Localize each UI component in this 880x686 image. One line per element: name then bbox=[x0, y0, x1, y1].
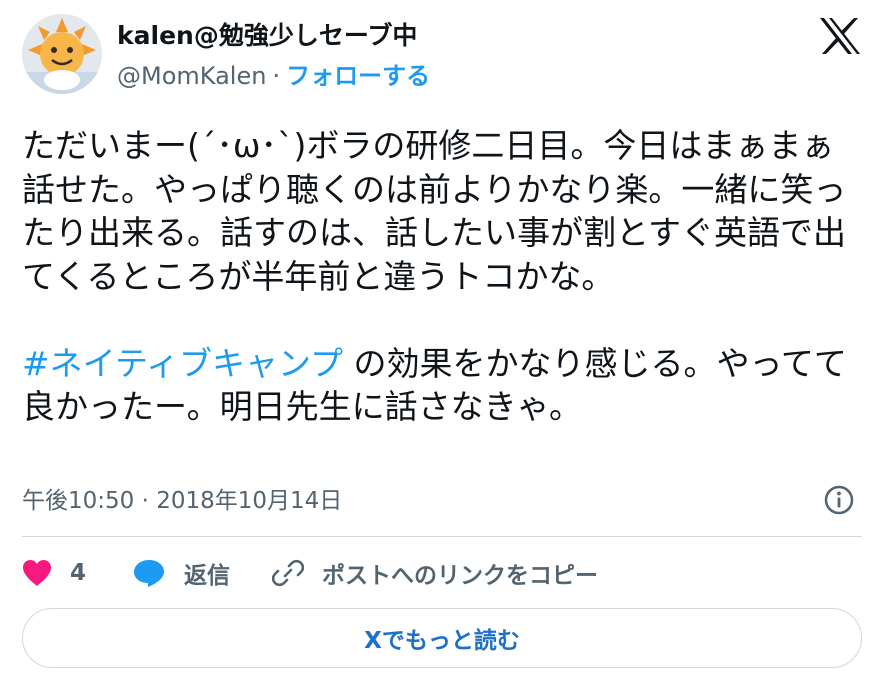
display-name[interactable]: kalen@勉強少しセーブ中 bbox=[117, 19, 417, 53]
heart-icon bbox=[23, 560, 51, 586]
reply-label: 返信 bbox=[184, 563, 230, 589]
reply-bubble-icon bbox=[134, 560, 164, 587]
handle-row: @MomKalen · フォローする bbox=[117, 60, 430, 92]
avatar-sun-character-icon bbox=[22, 14, 102, 94]
follow-button[interactable]: フォローする bbox=[286, 62, 430, 90]
link-icon bbox=[272, 559, 304, 587]
hashtag-link[interactable]: #ネイティブキャンプ bbox=[22, 344, 343, 383]
timestamp[interactable]: 午後10:50 · 2018年10月14日 bbox=[22, 485, 342, 517]
x-logo-icon[interactable] bbox=[818, 16, 862, 56]
divider bbox=[22, 536, 862, 537]
info-icon[interactable] bbox=[823, 484, 855, 516]
read-more-button[interactable]: Xでもっと読む bbox=[22, 608, 862, 668]
read-more-label: Xでもっと読む bbox=[364, 628, 520, 654]
tweet-body: ただいまー(´･ω･`)ボラの研修二日目。今日はまぁまぁ話せた。やっぱり聴くのは… bbox=[22, 126, 847, 296]
tweet-text: ただいまー(´･ω･`)ボラの研修二日目。今日はまぁまぁ話せた。やっぱり聴くのは… bbox=[22, 124, 862, 429]
avatar[interactable] bbox=[22, 14, 102, 94]
copy-link-label: ポストへのリンクをコピー bbox=[322, 563, 598, 589]
handle[interactable]: @MomKalen bbox=[117, 62, 266, 90]
handle-separator: · bbox=[272, 62, 281, 90]
like-button[interactable]: 4 bbox=[22, 559, 132, 587]
copy-link-button[interactable]: ポストへのリンクをコピー bbox=[272, 556, 598, 590]
reply-button[interactable]: 返信 bbox=[132, 556, 272, 590]
like-count: 4 bbox=[70, 560, 87, 586]
action-bar: 4 返信 ポストへのリンクをコピー bbox=[22, 552, 862, 594]
